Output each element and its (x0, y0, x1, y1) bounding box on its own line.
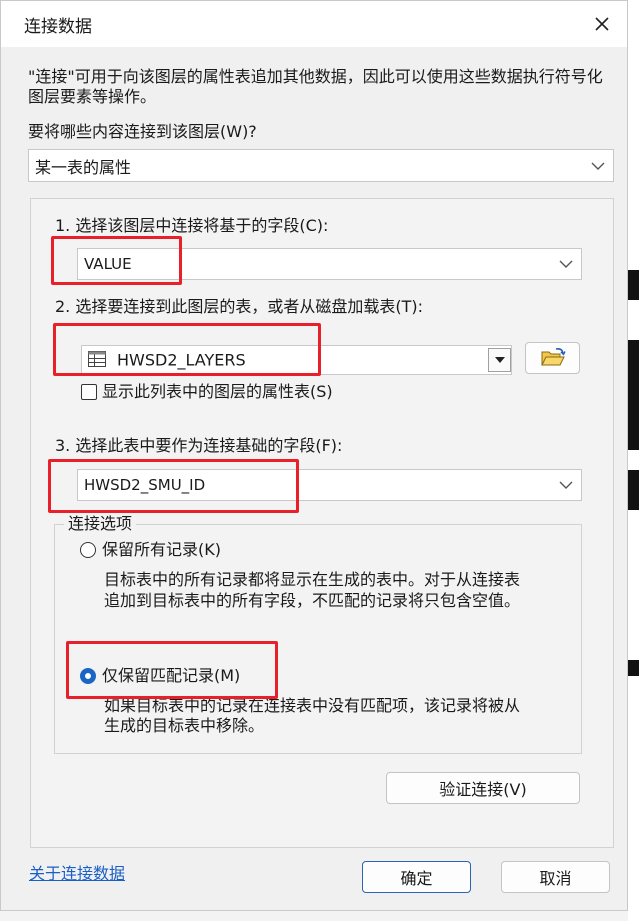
step1-label: 1. 选择该图层中连接将基于的字段(C): (55, 216, 329, 235)
background-mark (628, 340, 639, 450)
join-options-legend: 连接选项 (64, 514, 137, 534)
ok-button[interactable]: 确定 (362, 861, 471, 893)
background-mark (628, 270, 639, 300)
what-to-join-value: 某一表的属性 (35, 157, 132, 177)
close-icon (595, 17, 609, 31)
show-layer-attribute-tables-checkbox[interactable] (81, 384, 97, 400)
join-table-dropdown-button[interactable] (488, 348, 511, 372)
keep-all-records-desc: 目标表中的所有记录都将显示在生成的表中。对于从连接表 (104, 570, 521, 589)
validate-join-button[interactable]: 验证连接(V) (386, 772, 580, 804)
chevron-down-icon (559, 260, 573, 268)
join-data-dialog: 连接数据 "连接"可用于向该图层的属性表追加其他数据，因此可以使用这些数据执行符… (0, 0, 628, 911)
dialog-description: "连接"可用于向该图层的属性表追加其他数据，因此可以使用这些数据执行符号化图层要… (28, 67, 603, 106)
chevron-down-icon (559, 481, 573, 489)
annotation-highlight-box (51, 236, 182, 285)
keep-matching-records-desc: 生成的目标表中移除。 (104, 716, 265, 735)
annotation-highlight-box (48, 459, 299, 513)
annotation-highlight-box (53, 323, 321, 376)
background-mark (628, 660, 639, 676)
window-title: 连接数据 (24, 17, 92, 37)
keep-matching-records-desc: 如果目标表中的记录在连接表中没有匹配项，该记录将被从 (104, 696, 521, 715)
step3-label: 3. 选择此表中要作为连接基础的字段(F): (55, 436, 343, 455)
show-layer-attribute-tables-label: 显示此列表中的图层的属性表(S) (102, 382, 333, 401)
cancel-button[interactable]: 取消 (501, 861, 610, 893)
background-mark (628, 470, 639, 510)
close-button[interactable] (581, 7, 623, 41)
browse-table-button[interactable] (525, 342, 580, 374)
what-to-join-select[interactable]: 某一表的属性 (28, 149, 614, 182)
what-to-join-label: 要将哪些内容连接到该图层(W)? (28, 122, 257, 141)
about-joining-data-link[interactable]: 关于连接数据 (29, 860, 125, 884)
keep-all-records-label: 保留所有记录(K) (102, 540, 221, 559)
keep-all-records-radio[interactable] (80, 542, 96, 558)
chevron-down-icon (591, 162, 605, 170)
step2-label: 2. 选择要连接到此图层的表，或者从磁盘加载表(T): (55, 297, 424, 316)
title-bar: 连接数据 (1, 1, 627, 47)
triangle-down-icon (494, 357, 505, 363)
keep-all-records-desc: 追加到目标表中的所有字段，不匹配的记录将只包含空值。 (104, 591, 521, 610)
background-right (628, 0, 639, 921)
open-folder-icon (540, 348, 566, 366)
annotation-highlight-box (66, 641, 278, 699)
